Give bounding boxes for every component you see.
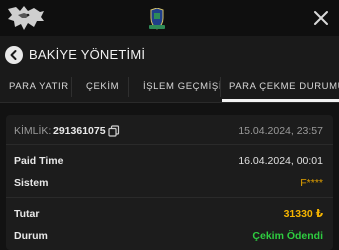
- status-label: Durum: [14, 230, 48, 242]
- close-icon[interactable]: [311, 8, 331, 28]
- amount-label: Tutar: [14, 208, 40, 220]
- divider: [6, 197, 333, 198]
- crest-icon: [148, 7, 166, 30]
- created-at: 15.04.2024, 23:57: [238, 125, 323, 137]
- tab-withdrawal-status[interactable]: PARA ÇEKME DURUMU: [229, 81, 339, 92]
- paid-time-value: 16.04.2024, 00:01: [238, 155, 323, 167]
- divider: [6, 144, 333, 145]
- page-title: BAKİYE YÖNETİMİ: [29, 47, 146, 62]
- tab-deposit[interactable]: PARA YATIR: [9, 81, 69, 92]
- active-tab-indicator: [222, 99, 339, 102]
- amount-value: 31330 ₺: [283, 208, 323, 220]
- transaction-id: 291361075: [53, 125, 106, 137]
- copy-icon[interactable]: [108, 124, 120, 137]
- tab-transaction-history[interactable]: İŞLEM GEÇMİŞİ: [143, 81, 222, 92]
- tab-withdraw[interactable]: ÇEKİM: [86, 81, 119, 92]
- paid-time-label: Paid Time: [14, 155, 64, 167]
- system-label: Sistem: [14, 177, 49, 189]
- tab-divider: [220, 77, 221, 97]
- id-label: KİMLİK:: [14, 125, 52, 137]
- chevron-left-icon[interactable]: [5, 46, 23, 64]
- system-value: F****: [300, 177, 323, 189]
- top-bar: [0, 0, 339, 36]
- tab-divider: [71, 77, 72, 97]
- status-badge: Çekim Ödendi: [252, 230, 323, 242]
- wolf-logo-icon[interactable]: [6, 3, 46, 33]
- tab-divider: [128, 77, 129, 97]
